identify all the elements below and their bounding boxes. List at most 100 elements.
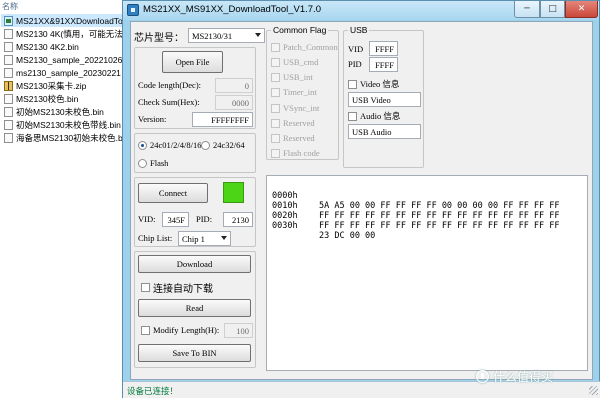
- flash-type-group: 24c01/2/4/8/16 24c32/64 Flash: [134, 133, 256, 173]
- download-button[interactable]: Download: [138, 255, 251, 273]
- usb-pid-field[interactable]: FFFF: [369, 57, 398, 72]
- radio-24c01[interactable]: 24c01/2/4/8/16: [138, 140, 201, 150]
- zip-icon: [4, 80, 13, 91]
- flag-patch-common[interactable]: Patch_Common: [271, 42, 338, 52]
- radio-icon: [138, 158, 147, 168]
- hex-bytes: 5A A5 00 00 FF FF FF FF 00 00 00 00 FF F…: [319, 201, 560, 211]
- checkbox-icon: [271, 133, 280, 143]
- video-info-checkbox[interactable]: Video 信息: [348, 78, 399, 90]
- file-name: MS2130校色.bin: [16, 93, 79, 104]
- file-item[interactable]: ms2130_sample_20230221 0: [1, 66, 122, 79]
- file-item[interactable]: MS21XX&91XXDownloadTo: [1, 14, 122, 27]
- close-button[interactable]: ✕: [565, 1, 598, 18]
- action-group: Download 连接自动下载 Read Modify Length(H): 1…: [134, 251, 256, 368]
- modify-checkbox[interactable]: Modify: [141, 325, 179, 335]
- flag-vsync-int[interactable]: VSync_int: [271, 103, 319, 113]
- chip-model-label: 芯片型号：: [134, 33, 184, 44]
- file-name: 海备思MS2130初始未校色.bin: [16, 132, 122, 143]
- file-item[interactable]: 海备思MS2130初始未校色.bin: [1, 131, 122, 144]
- pid-field[interactable]: 2130: [223, 212, 253, 227]
- file-item[interactable]: MS2130采集卡.zip: [1, 79, 122, 92]
- title-bar[interactable]: MS21XX_MS91XX_DownloadTool_V1.7.0 ─ □ ✕: [123, 1, 599, 20]
- flag-label: Flash code: [283, 148, 320, 158]
- file-icon: [4, 54, 13, 65]
- flag-usb-int[interactable]: USB_int: [271, 72, 313, 82]
- connect-button[interactable]: Connect: [138, 183, 208, 203]
- hex-row: 0030h 23 DC 00 00: [272, 211, 375, 241]
- file-group: Open File Code length(Dec): 0 Check Sum(…: [134, 47, 256, 129]
- file-name: MS2130 4K2.bin: [16, 41, 79, 52]
- audio-info-label: Audio 信息: [360, 111, 401, 121]
- radio-label: 24c32/64: [213, 140, 245, 150]
- usb-audio-name-field[interactable]: USB Audio: [348, 124, 421, 139]
- modify-label: Modify: [153, 325, 179, 335]
- chip-list-value: Chip 1: [182, 233, 205, 244]
- flag-usb-cmd[interactable]: USB_cmd: [271, 57, 318, 67]
- auto-download-checkbox[interactable]: 连接自动下载: [141, 280, 213, 295]
- watermark: 什么值得买: [476, 368, 553, 385]
- hex-dump-view[interactable]: 0000h 5A A5 00 00 FF FF FF FF 00 00 00 0…: [266, 175, 588, 371]
- open-file-button[interactable]: Open File: [162, 51, 223, 73]
- chip-model-select[interactable]: MS2130/31: [188, 28, 265, 43]
- flag-label: Timer_int: [283, 87, 317, 97]
- watermark-text: 什么值得买: [493, 370, 554, 384]
- chip-list-select[interactable]: Chip 1: [178, 231, 231, 246]
- flag-label: USB_cmd: [283, 57, 319, 67]
- file-item[interactable]: MS2130_sample_20221026(2: [1, 53, 122, 66]
- name-column-header[interactable]: 名称: [2, 1, 18, 12]
- resize-grip-icon[interactable]: [589, 386, 598, 395]
- hex-row: 0020h FF FF FF FF FF FF FF FF FF FF FF F…: [272, 201, 560, 231]
- connection-group: Connect VID: 345F PID: 2130 Chip List: C…: [134, 177, 256, 247]
- version-field[interactable]: FFFFFFFF: [192, 112, 253, 127]
- file-icon: [4, 106, 13, 117]
- flag-reserved-2[interactable]: Reserved: [271, 133, 315, 143]
- vid-field[interactable]: 345F: [162, 212, 189, 227]
- hex-bytes: FF FF FF FF FF FF FF FF FF FF FF FF FF F…: [319, 221, 560, 231]
- checkbox-icon: [271, 87, 280, 97]
- read-button[interactable]: Read: [138, 299, 251, 317]
- checkbox-icon: [271, 148, 280, 158]
- minimize-button[interactable]: ─: [514, 1, 540, 18]
- pid-label: PID:: [196, 214, 213, 224]
- usb-video-name-field[interactable]: USB Video: [348, 92, 421, 107]
- checkbox-icon: [271, 103, 280, 113]
- code-length-field: 0: [215, 78, 253, 93]
- flag-label: VSync_int: [283, 103, 320, 113]
- file-icon: [4, 67, 13, 78]
- radio-icon: [201, 140, 210, 150]
- app-icon: [127, 4, 139, 16]
- usb-vid-label: VID: [348, 44, 364, 54]
- maximize-button[interactable]: □: [540, 1, 565, 18]
- file-item[interactable]: 初始MS2130未校色带线.bin: [1, 118, 122, 131]
- connection-status-indicator: [223, 182, 244, 203]
- usb-title: USB: [348, 25, 370, 35]
- file-name: MS2130采集卡.zip: [16, 80, 87, 91]
- common-flag-group: Common Flag Patch_Common USB_cmd USB_int…: [266, 25, 339, 160]
- hex-bytes: 23 DC 00 00: [319, 231, 376, 241]
- file-name: 初始MS2130未校色.bin: [16, 106, 104, 117]
- radio-24c32[interactable]: 24c32/64: [201, 140, 245, 150]
- flag-flash-code[interactable]: Flash code: [271, 148, 320, 158]
- checkbox-icon: [271, 42, 280, 52]
- window-title: MS21XX_MS91XX_DownloadTool_V1.7.0: [143, 4, 321, 15]
- radio-label: Flash: [150, 158, 169, 168]
- usb-pid-label: PID: [348, 59, 362, 69]
- common-flag-title: Common Flag: [271, 25, 329, 35]
- radio-flash[interactable]: Flash: [138, 158, 168, 168]
- flag-timer-int[interactable]: Timer_int: [271, 87, 317, 97]
- usb-vid-field[interactable]: FFFF: [369, 41, 398, 56]
- file-item[interactable]: 初始MS2130未校色.bin: [1, 105, 122, 118]
- file-icon: [4, 41, 13, 52]
- save-to-bin-button[interactable]: Save To BIN: [138, 344, 251, 362]
- file-item[interactable]: MS2130 4K2.bin: [1, 40, 122, 53]
- file-item[interactable]: MS2130校色.bin: [1, 92, 122, 105]
- checkbox-icon: [348, 79, 357, 89]
- file-name: MS21XX&91XXDownloadTo: [16, 15, 122, 26]
- file-name: ms2130_sample_20230221 0: [16, 67, 122, 78]
- audio-info-checkbox[interactable]: Audio 信息: [348, 110, 400, 122]
- download-tool-window: MS21XX_MS91XX_DownloadTool_V1.7.0 ─ □ ✕ …: [122, 0, 600, 398]
- file-icon: [4, 132, 13, 143]
- flag-reserved-1[interactable]: Reserved: [271, 118, 315, 128]
- file-list: MS21XX&91XXDownloadTo MS2130 4K(慎用，可能无法使…: [1, 14, 122, 144]
- file-item[interactable]: MS2130 4K(慎用，可能无法使: [1, 27, 122, 40]
